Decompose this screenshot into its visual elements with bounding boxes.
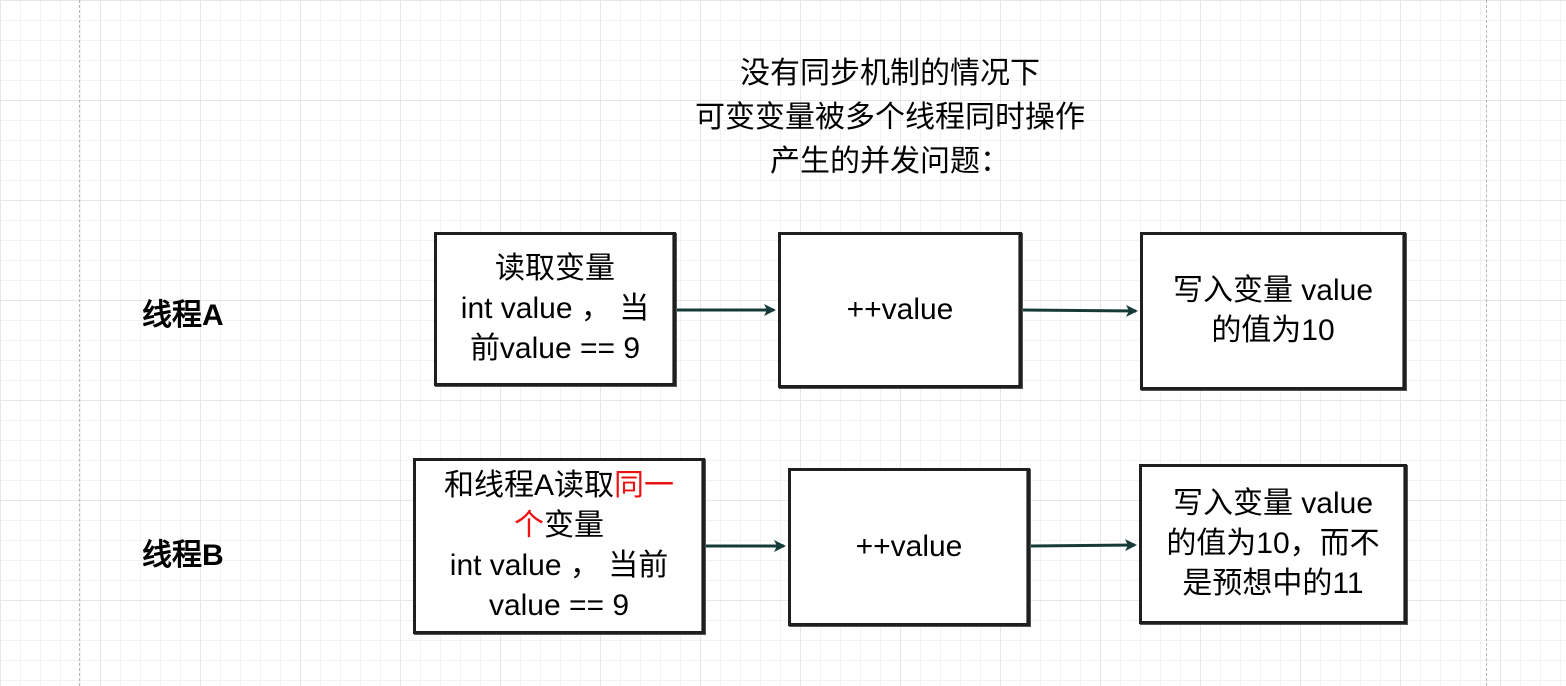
title-line-1: 没有同步机制的情况下 [740, 57, 1040, 90]
thread-b-write-line-3: 是预想中的11 [1182, 567, 1364, 600]
title-line-3: 产生的并发问题： [770, 145, 1010, 178]
thread-b-read-highlight-1: 同一 [614, 469, 674, 502]
thread-b-read-line-1: 和线程A读取同一 [444, 466, 674, 506]
thread-b-increment-box[interactable]: ++value [788, 468, 1030, 626]
title-line-2: 可变变量被多个线程同时操作 [695, 101, 1085, 134]
thread-b-write-line-1: 写入变量 value [1172, 487, 1374, 520]
thread-b-read-highlight-2: 个 [514, 509, 544, 542]
thread-b-read-box[interactable]: 和线程A读取同一 个变量 int value ， 当前 value == 9 [413, 458, 705, 634]
grid-dashed-line-right [1486, 0, 1487, 686]
thread-a-read-box[interactable]: 读取变量 int value ， 当 前value == 9 [434, 232, 676, 386]
thread-b-write-line-2: 的值为10，而不 [1166, 527, 1380, 560]
thread-a-read-line-2: int value ， 当 [460, 292, 650, 325]
diagram-title: 没有同步机制的情况下 可变变量被多个线程同时操作 产生的并发问题： [640, 52, 1140, 184]
thread-a-label: 线程A [142, 299, 224, 332]
thread-b-read-line-2: 个变量 [514, 506, 604, 546]
thread-b-read-line-3: int value ， 当前 [449, 549, 669, 582]
thread-a-write-line-1: 写入变量 value [1172, 274, 1374, 307]
thread-a-read-line-1: 读取变量 [495, 252, 615, 285]
thread-b-read-line-1-text: 和线程A读取 [443, 469, 614, 502]
thread-a-write-line-2: 的值为10 [1211, 314, 1335, 347]
thread-b-increment-text: ++value [855, 530, 963, 563]
thread-a-increment-box[interactable]: ++value [778, 232, 1022, 388]
arrow-a-increment-to-write [1022, 304, 1138, 317]
thread-b-label: 线程B [142, 539, 224, 572]
arrow-b-increment-to-write [1030, 539, 1137, 552]
thread-a-write-box[interactable]: 写入变量 value 的值为10 [1140, 232, 1406, 390]
grid-dashed-line-left [79, 0, 80, 686]
thread-a-increment-text: ++value [846, 293, 954, 326]
thread-b-read-line-4: value == 9 [488, 589, 630, 622]
thread-b-read-line-2-text: 变量 [544, 509, 604, 542]
thread-b-write-box[interactable]: 写入变量 value 的值为10，而不 是预想中的11 [1139, 464, 1407, 624]
thread-a-read-line-3: 前value == 9 [469, 332, 641, 365]
